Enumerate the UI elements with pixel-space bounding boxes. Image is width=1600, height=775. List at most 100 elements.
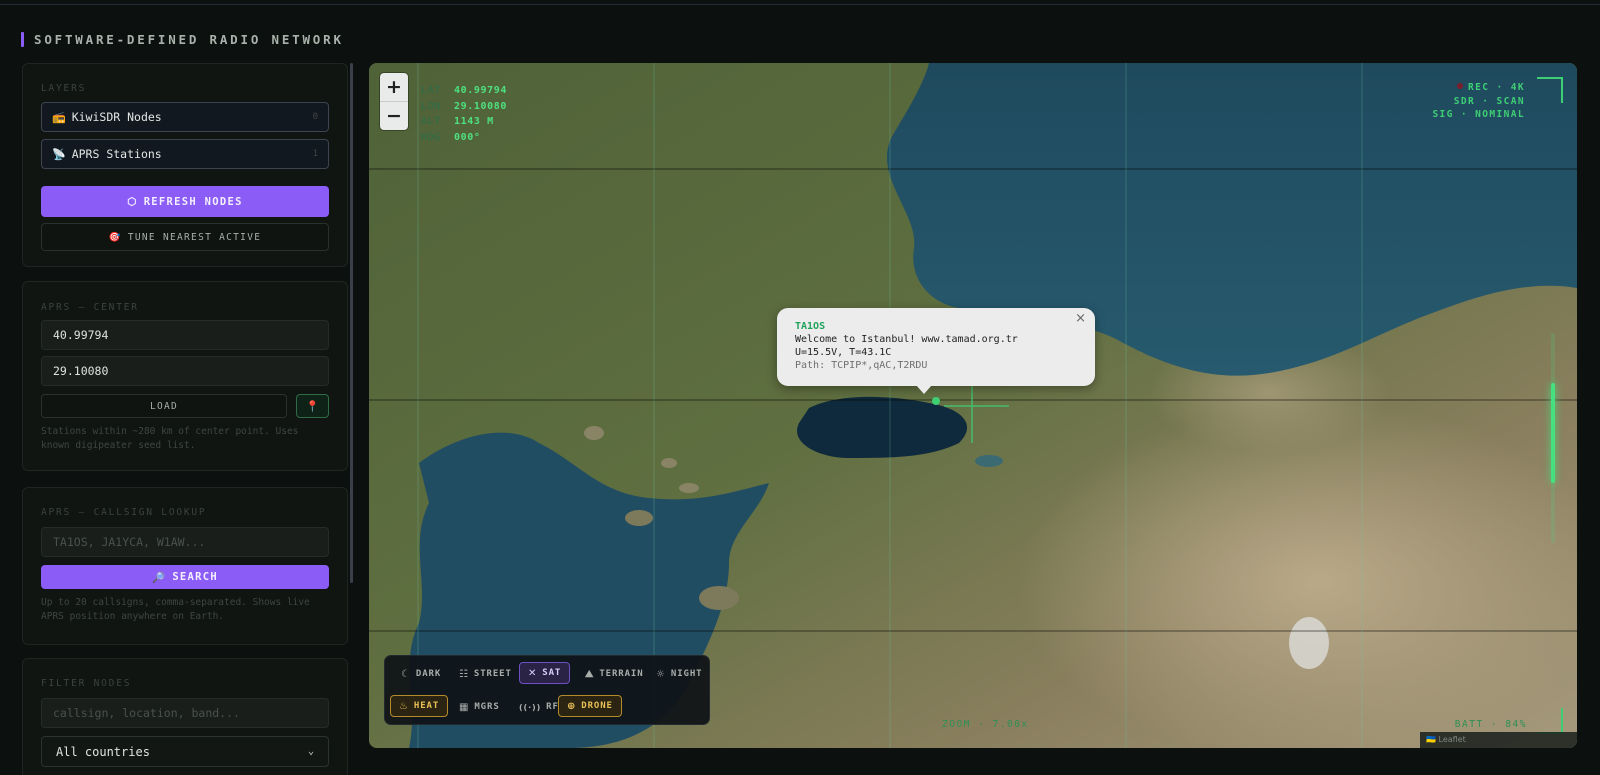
basemap-label: STREET: [473, 669, 512, 679]
zoom-status: ZOOM · 7.00x: [942, 719, 1029, 730]
broadcast-icon: ((·)): [519, 702, 542, 712]
filter-heading: FILTER NODES: [41, 678, 132, 689]
locate-pin-button[interactable]: 📍: [296, 394, 329, 418]
sig-status: SIG · NOMINAL: [1432, 109, 1525, 120]
rec-status: REC · 4K: [1468, 82, 1525, 93]
filter-panel: FILTER NODES callsign, location, band...…: [22, 658, 348, 775]
tune-nearest-label: TUNE NEAREST ACTIVE: [127, 231, 262, 243]
overlay-heat-button[interactable]: ♨ HEAT: [390, 695, 449, 717]
hud-status: REC · 4K SDR · SCAN SIG · NOMINAL: [1432, 81, 1525, 122]
load-button[interactable]: LOAD: [41, 394, 287, 418]
filter-input[interactable]: callsign, location, band...: [41, 698, 329, 728]
hud-corner-bracket: [1537, 77, 1563, 103]
sdr-status: SDR · SCAN: [1453, 95, 1525, 107]
overlay-label: DRONE: [581, 701, 613, 711]
refresh-nodes-label: REFRESH NODES: [143, 195, 243, 208]
callsign-heading: APRS — CALLSIGN LOOKUP: [41, 507, 207, 518]
radio-icon: 📻: [52, 110, 66, 124]
overlay-label: RF: [546, 702, 559, 712]
layer-label: APRS Stations: [71, 147, 162, 161]
zoom-control: + −: [380, 73, 408, 130]
basemap-street-button[interactable]: ☷ STREET: [451, 663, 520, 685]
map-attribution[interactable]: 🇺🇦 Leaflet: [1420, 732, 1577, 748]
basemap-label: TERRAIN: [599, 669, 644, 679]
crosshair-icon: ⊕: [567, 700, 577, 712]
callsign-input[interactable]: TA1OS, JA1YCA, W1AW...: [41, 527, 329, 557]
callsign-lookup-panel: APRS — CALLSIGN LOOKUP TA1OS, JA1YCA, W1…: [22, 487, 348, 645]
top-divider: [0, 4, 1600, 5]
page-title: SOFTWARE-DEFINED RADIO NETWORK: [34, 32, 344, 47]
country-select-value: All countries: [56, 744, 150, 759]
alt-key: ALT: [421, 116, 441, 127]
refresh-nodes-button[interactable]: ⬡ REFRESH NODES: [41, 186, 329, 217]
app-header: SOFTWARE-DEFINED RADIO NETWORK: [21, 32, 344, 47]
map-view[interactable]: + − LAT 40.99794 LON 29.10080 ALT 1143 M HD…: [369, 63, 1577, 748]
center-lat-input[interactable]: 40.99794: [41, 320, 329, 350]
load-label: LOAD: [149, 400, 179, 412]
satellite-antenna-icon: 📡: [52, 147, 66, 161]
overlay-drone-button[interactable]: ⊕ DRONE: [558, 695, 622, 717]
lon-value: 29.10080: [454, 100, 507, 112]
aprs-center-heading: APRS — CENTER: [41, 302, 139, 313]
search-icon: 🔎: [151, 571, 167, 584]
zoom-out-button[interactable]: −: [380, 101, 408, 129]
moon-icon: ☾: [401, 668, 411, 680]
overlay-mgrs-button[interactable]: ▦ MGRS: [451, 696, 508, 718]
search-label: SEARCH: [172, 571, 219, 583]
grid-square-icon: ▦: [459, 701, 470, 713]
sun-icon: ☼: [656, 668, 666, 680]
zoom-in-button[interactable]: +: [380, 73, 408, 101]
pin-icon: 📍: [305, 399, 320, 413]
layer-toggle-aprs[interactable]: 📡 APRS Stations 1: [41, 139, 329, 169]
station-popup: × TA1OS Welcome to Istanbul! www.tamad.o…: [777, 308, 1095, 386]
basemap-switcher: ☾ DARK ☷ STREET ✕ SAT ⛰ TERRAIN ☼ NIGHT …: [384, 655, 710, 725]
popup-telemetry: U=15.5V, T=43.1C: [795, 347, 892, 358]
basemap-sat-button[interactable]: ✕ SAT: [519, 662, 571, 684]
overlay-label: HEAT: [413, 701, 440, 711]
basemap-terrain-button[interactable]: ⛰ TERRAIN: [577, 663, 652, 685]
callsign-hint: Up to 20 callsigns, comma-separated. Sho…: [41, 597, 310, 622]
overlay-label: MGRS: [474, 702, 500, 712]
basemap-label: DARK: [415, 669, 442, 679]
satellite-icon: ✕: [528, 667, 538, 679]
popup-callsign: TA1OS: [795, 321, 826, 332]
mountain-icon: ⛰: [585, 668, 595, 680]
tune-nearest-button[interactable]: 🎯 TUNE NEAREST ACTIVE: [41, 223, 329, 251]
popup-tip: [916, 385, 932, 394]
rec-dot-icon: [1457, 83, 1464, 89]
sidebar-scrollbar[interactable]: [350, 63, 353, 583]
basemap-dark-button[interactable]: ☾ DARK: [393, 663, 449, 685]
hexagon-icon: ⬡: [127, 195, 138, 208]
layers-panel: LAYERS 📻 KiwiSDR Nodes 0 📡 APRS Stations…: [22, 63, 348, 267]
alt-value: 1143 M: [454, 116, 494, 127]
layer-label: KiwiSDR Nodes: [71, 110, 162, 124]
popup-comment: Welcome to Istanbul! www.tamad.org.tr: [795, 334, 1018, 345]
basemap-label: SAT: [542, 668, 562, 678]
sidebar: LAYERS 📻 KiwiSDR Nodes 0 📡 APRS Stations…: [22, 63, 348, 775]
target-icon: 🎯: [108, 231, 122, 243]
country-select[interactable]: All countries ⌄: [41, 736, 329, 767]
aprs-station-marker: [932, 397, 940, 405]
close-icon[interactable]: ×: [1075, 312, 1086, 325]
lat-key: LAT: [421, 85, 441, 96]
signal-meter: [1551, 383, 1555, 483]
layer-count: 0: [312, 112, 318, 122]
popup-path: Path: TCPIP*,qAC,T2RDU: [795, 360, 928, 371]
basemap-label: NIGHT: [670, 669, 703, 679]
layer-toggle-kiwisdr[interactable]: 📻 KiwiSDR Nodes 0: [41, 102, 329, 132]
layers-heading: LAYERS: [41, 83, 87, 94]
coordinate-readout: LAT 40.99794 LON 29.10080 ALT 1143 M HDG 000…: [421, 83, 507, 145]
hdg-key: HDG: [421, 131, 441, 143]
satellite-basemap: [369, 63, 1577, 748]
center-lon-input[interactable]: 29.10080: [41, 356, 329, 386]
flame-icon: ♨: [399, 700, 409, 712]
lat-value: 40.99794: [454, 85, 507, 96]
battery-status: BATT · 84%: [1454, 719, 1527, 730]
grid-icon: ☷: [459, 668, 469, 680]
search-button[interactable]: 🔎 SEARCH: [41, 565, 329, 589]
layer-count: 1: [312, 149, 318, 159]
basemap-night-button[interactable]: ☼ NIGHT: [648, 663, 710, 685]
hud-corner-bracket: [1537, 708, 1563, 734]
aprs-center-panel: APRS — CENTER 40.99794 29.10080 LOAD 📍 S…: [22, 281, 348, 471]
center-hint: Stations within ~280 km of center point.…: [41, 426, 299, 451]
